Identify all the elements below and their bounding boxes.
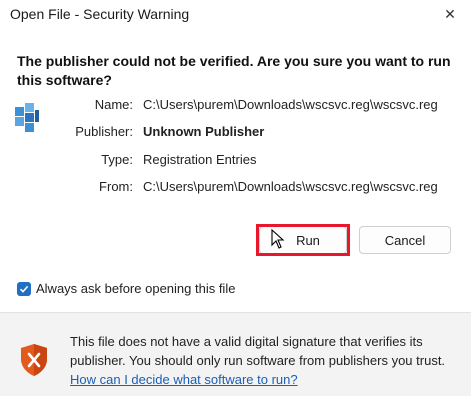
- from-value: C:\Users\purem\Downloads\wscsvc.reg\wscs…: [143, 179, 438, 194]
- name-value: C:\Users\purem\Downloads\wscsvc.reg\wscs…: [143, 97, 438, 112]
- always-ask-label: Always ask before opening this file: [36, 281, 236, 296]
- close-button[interactable]: ✕: [435, 2, 465, 26]
- from-label: From:: [99, 179, 133, 194]
- name-label: Name:: [94, 97, 133, 112]
- warning-text: This file does not have a valid digital …: [70, 334, 446, 368]
- always-ask-option[interactable]: Always ask before opening this file: [17, 281, 235, 296]
- title-bar: Open File - Security Warning ✕: [0, 0, 471, 28]
- warning-message: This file does not have a valid digital …: [70, 332, 462, 389]
- publisher-label: Publisher:: [75, 124, 133, 139]
- publisher-value: Unknown Publisher: [143, 124, 265, 139]
- warning-question: The publisher could not be verified. Are…: [17, 53, 451, 88]
- warning-footer: This file does not have a valid digital …: [0, 312, 471, 396]
- checkmark-icon: [19, 285, 29, 293]
- mouse-cursor-icon: [271, 228, 285, 249]
- help-link[interactable]: How can I decide what software to run?: [70, 372, 298, 387]
- cancel-button[interactable]: Cancel: [359, 226, 451, 254]
- type-label: Type:: [101, 152, 133, 167]
- always-ask-checkbox[interactable]: [17, 281, 31, 296]
- cancel-button-label: Cancel: [384, 232, 426, 248]
- dialog-title: Open File - Security Warning: [10, 6, 190, 22]
- close-icon: ✕: [444, 5, 456, 22]
- shield-warning-icon: [19, 343, 49, 377]
- type-value: Registration Entries: [143, 152, 257, 167]
- security-warning-dialog: Open File - Security Warning ✕ The publi…: [0, 0, 471, 396]
